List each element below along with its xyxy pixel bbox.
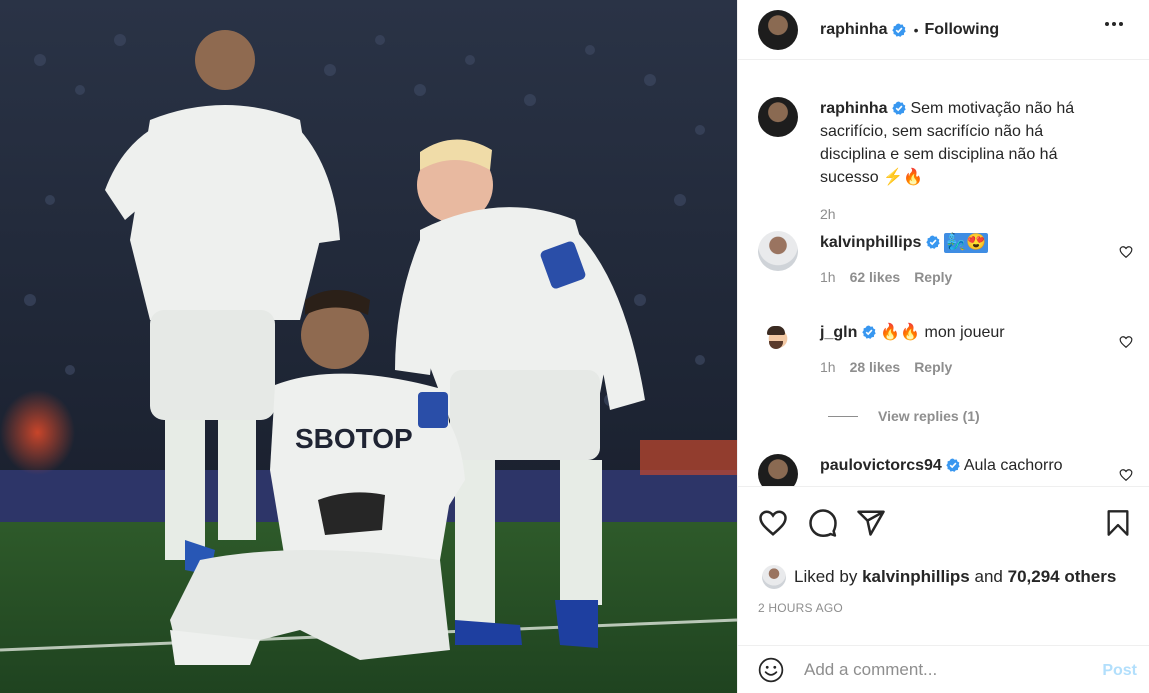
caption-time[interactable]: 2h: [820, 203, 836, 226]
comment-likes[interactable]: 28 likes: [850, 356, 901, 379]
comment-username[interactable]: j_gln: [820, 324, 857, 341]
comment-likes[interactable]: 62 likes: [850, 266, 901, 289]
header-separator: •: [913, 21, 919, 38]
caption-username[interactable]: raphinha: [820, 100, 888, 117]
author-username[interactable]: raphinha: [820, 21, 888, 39]
heart-icon[interactable]: [758, 508, 788, 538]
post-header: raphinha • Following: [738, 0, 1149, 60]
comment-username[interactable]: kalvinphillips: [820, 234, 921, 251]
likes-others-count[interactable]: 70,294 others: [1008, 567, 1117, 587]
share-icon[interactable]: [856, 508, 886, 538]
comment-emojis: 🔥🔥: [880, 324, 921, 341]
liker-avatar[interactable]: [762, 565, 786, 589]
view-replies-label: View replies (1): [878, 408, 980, 424]
instagram-post: SBOTOP raphinha • Following raphinha Sem…: [0, 0, 1149, 693]
add-comment-bar: Post: [738, 645, 1149, 693]
comments-list[interactable]: raphinha Sem motivação não há sacrifício…: [738, 61, 1149, 487]
likes-prefix: Liked by: [794, 567, 858, 586]
commenter-avatar[interactable]: [758, 454, 798, 486]
comment-item: kalvinphillips 🧞‍♂️😍 1h 62 likes Reply: [758, 231, 1133, 289]
verified-badge-icon: [892, 101, 906, 115]
heart-icon[interactable]: [1119, 245, 1133, 259]
comment-icon[interactable]: [808, 508, 838, 538]
comment-time[interactable]: 1h: [820, 356, 836, 379]
heart-icon[interactable]: [1119, 335, 1133, 349]
more-options-icon[interactable]: [1105, 22, 1123, 26]
verified-badge-icon: [862, 325, 876, 339]
post-comment-button[interactable]: Post: [1102, 662, 1137, 680]
reply-button[interactable]: Reply: [914, 356, 952, 379]
bookmark-icon[interactable]: [1104, 508, 1132, 538]
likes-and: and: [974, 567, 1003, 586]
following-button[interactable]: Following: [924, 21, 999, 39]
emoji-icon[interactable]: [758, 657, 784, 683]
likes-summary: Liked by kalvinphillips and 70,294 other…: [762, 565, 1116, 589]
comment-text: mon joueur: [924, 324, 1005, 341]
author-avatar[interactable]: [758, 97, 798, 137]
caption-emojis: ⚡🔥: [883, 169, 923, 186]
comment-emojis: 🧞‍♂️😍: [944, 233, 989, 253]
view-replies-divider: [828, 415, 858, 417]
comment-text: Aula cachorro: [963, 457, 1063, 474]
comment-input[interactable]: [804, 659, 1084, 680]
football-celebration-image: SBOTOP: [0, 0, 737, 693]
comment-item: paulovictorcs94 Aula cachorro: [758, 454, 1133, 486]
post-caption: raphinha Sem motivação não há sacrifício…: [758, 97, 1133, 226]
verified-badge-icon: [946, 458, 960, 472]
verified-badge-icon: [926, 235, 940, 249]
comment-time[interactable]: 1h: [820, 266, 836, 289]
view-replies-button[interactable]: View replies (1): [828, 408, 980, 424]
post-photo[interactable]: SBOTOP: [0, 0, 737, 693]
liked-by-username[interactable]: kalvinphillips: [862, 567, 970, 587]
commenter-avatar[interactable]: [758, 231, 798, 271]
author-avatar[interactable]: [758, 9, 798, 50]
commenter-avatar[interactable]: [758, 321, 798, 361]
post-side-panel: raphinha • Following raphinha Sem motiva…: [737, 0, 1149, 693]
post-action-bar: [758, 508, 1130, 540]
verified-badge-icon: [891, 23, 906, 37]
comment-item: j_gln 🔥🔥 mon joueur 1h 28 likes Reply: [758, 321, 1133, 379]
heart-icon[interactable]: [1119, 468, 1133, 482]
comment-username[interactable]: paulovictorcs94: [820, 457, 942, 474]
jersey-sponsor-text: SBOTOP: [295, 423, 413, 454]
reply-button[interactable]: Reply: [914, 266, 952, 289]
post-timestamp[interactable]: 2 HOURS AGO: [758, 601, 843, 615]
